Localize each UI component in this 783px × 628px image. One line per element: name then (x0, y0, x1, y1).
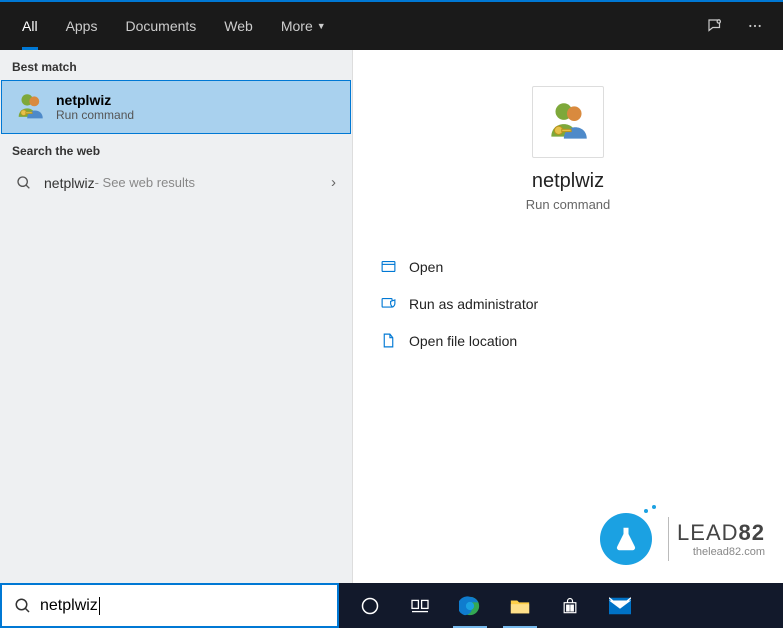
users-key-icon (12, 89, 48, 125)
taskbar-task-view[interactable] (397, 583, 443, 628)
detail-subtitle: Run command (353, 197, 783, 212)
best-match-item[interactable]: netplwiz Run command (1, 80, 351, 134)
feedback-icon[interactable] (695, 2, 735, 50)
taskbar-edge[interactable] (447, 583, 493, 628)
flask-icon (600, 513, 652, 565)
detail-title: netplwiz (353, 170, 783, 193)
action-run-as-admin[interactable]: Run as administrator (377, 285, 759, 322)
tab-web[interactable]: Web (210, 2, 267, 50)
folder-location-icon (377, 332, 399, 349)
taskbar-mail[interactable] (597, 583, 643, 628)
tab-apps[interactable]: Apps (52, 2, 112, 50)
best-match-subtitle: Run command (56, 108, 134, 122)
search-web-label: Search the web (0, 134, 352, 164)
results-pane: Best match netplwiz Run command Search t… (0, 50, 353, 583)
taskbar-cortana[interactable] (347, 583, 393, 628)
web-result-item[interactable]: netplwiz - See web results › (0, 164, 352, 201)
action-open[interactable]: Open (377, 248, 759, 285)
taskbar (339, 583, 783, 628)
taskbar-store[interactable] (547, 583, 593, 628)
chevron-right-icon: › (331, 174, 336, 191)
search-input-bar[interactable]: netplwiz (0, 583, 339, 628)
chevron-down-icon: ▼ (317, 21, 326, 31)
best-match-title: netplwiz (56, 92, 134, 108)
open-icon (377, 258, 399, 275)
tab-all[interactable]: All (8, 2, 52, 50)
web-result-hint: - See web results (95, 175, 195, 190)
search-value: netplwiz (40, 597, 100, 615)
admin-shield-icon (377, 295, 399, 312)
more-options-icon[interactable] (735, 2, 775, 50)
search-header: All Apps Documents Web More▼ (0, 2, 783, 50)
taskbar-file-explorer[interactable] (497, 583, 543, 628)
detail-pane: netplwiz Run command Open Run as adminis… (353, 50, 783, 583)
best-match-label: Best match (0, 50, 352, 80)
watermark-logo: LEAD82 thelead82.com (600, 513, 765, 565)
search-icon (16, 175, 32, 191)
search-icon (14, 597, 32, 615)
tab-more[interactable]: More▼ (267, 2, 340, 50)
detail-app-icon (532, 86, 604, 158)
action-open-file-location[interactable]: Open file location (377, 322, 759, 359)
web-result-query: netplwiz (44, 175, 95, 191)
tab-documents[interactable]: Documents (111, 2, 210, 50)
